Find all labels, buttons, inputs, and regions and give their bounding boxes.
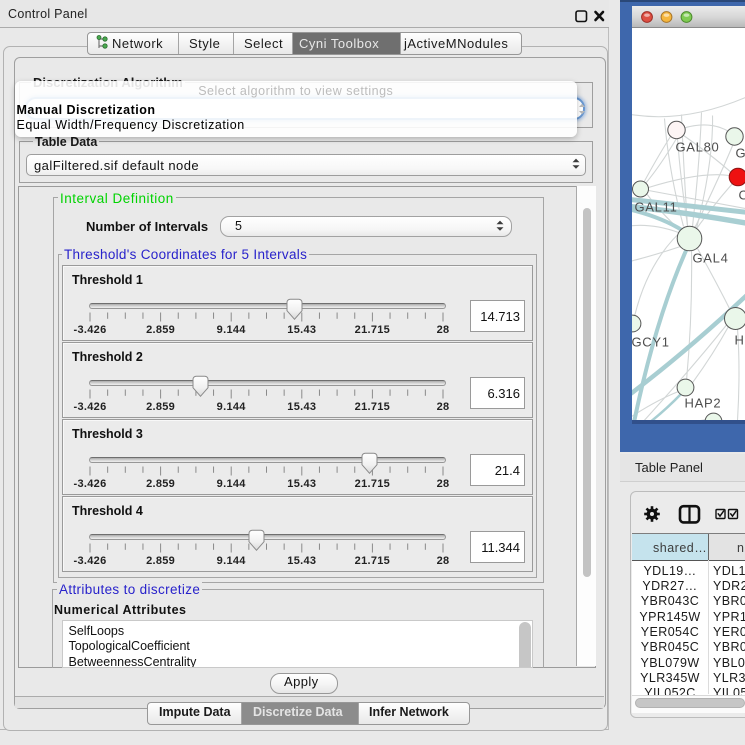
svg-text:GAL11: GAL11 <box>634 199 677 214</box>
svg-text:G…: G… <box>735 145 745 160</box>
svg-text:GAL4: GAL4 <box>692 250 728 265</box>
svg-text:GCY1: GCY1 <box>632 334 670 349</box>
svg-text:HAP2: HAP2 <box>684 395 721 410</box>
svg-text:H: H <box>734 332 744 347</box>
svg-text:C: C <box>738 187 745 202</box>
svg-text:GAL80: GAL80 <box>675 139 719 154</box>
